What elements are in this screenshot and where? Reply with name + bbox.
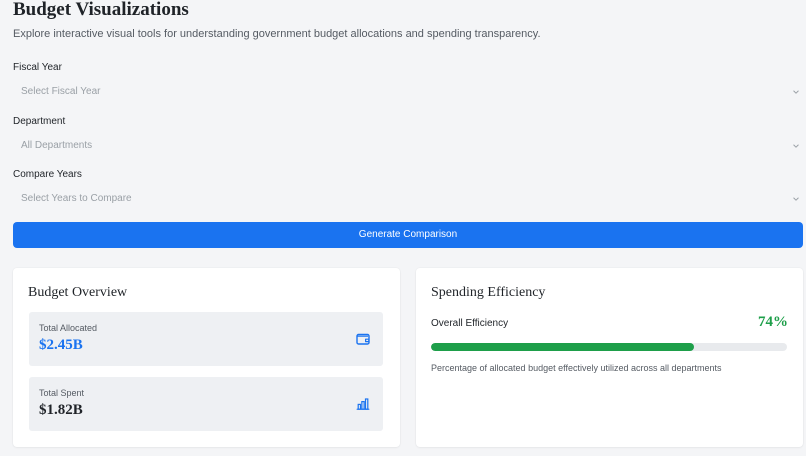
- spending-efficiency-card: Spending Efficiency Overall Efficiency 7…: [416, 268, 803, 447]
- compare-years-label: Compare Years: [13, 169, 82, 180]
- total-spent-label: Total Spent: [39, 388, 85, 398]
- compare-years-select[interactable]: Select Years to Compare: [13, 188, 803, 210]
- bar-chart-icon: [355, 396, 371, 412]
- efficiency-description: Percentage of allocated budget effective…: [431, 363, 722, 373]
- compare-years-placeholder: Select Years to Compare: [21, 193, 132, 204]
- total-spent-value: $1.82B: [39, 402, 83, 418]
- efficiency-progress-fill: [431, 343, 695, 351]
- chevron-down-icon: [793, 196, 799, 202]
- department-label: Department: [13, 116, 66, 127]
- generate-comparison-button[interactable]: Generate Comparison: [13, 222, 803, 248]
- page-subtitle: Explore interactive visual tools for und…: [13, 28, 541, 40]
- budget-visualizations-page: Budget Visualizations Explore interactiv…: [0, 0, 806, 456]
- total-spent-metric: Total Spent $1.82B: [29, 377, 383, 431]
- department-selected-value: All Departments: [21, 140, 93, 151]
- total-allocated-label: Total Allocated: [39, 323, 98, 333]
- total-allocated-metric: Total Allocated $2.45B: [29, 312, 383, 366]
- efficiency-progress-track: [431, 343, 787, 351]
- budget-overview-title: Budget Overview: [28, 285, 128, 300]
- wallet-icon: [355, 331, 371, 347]
- chevron-down-icon: [793, 143, 799, 149]
- chevron-down-icon: [793, 89, 799, 95]
- fiscal-year-label: Fiscal Year: [13, 62, 62, 73]
- total-allocated-value: $2.45B: [39, 337, 83, 353]
- spending-efficiency-title: Spending Efficiency: [431, 285, 546, 300]
- overall-efficiency-value: 74%: [758, 314, 788, 330]
- fiscal-year-placeholder: Select Fiscal Year: [21, 86, 101, 97]
- overall-efficiency-label: Overall Efficiency: [431, 318, 509, 329]
- page-title: Budget Visualizations: [13, 0, 189, 20]
- budget-overview-card: Budget Overview Total Allocated $2.45B T…: [13, 268, 400, 447]
- department-select[interactable]: All Departments: [13, 135, 803, 157]
- fiscal-year-select[interactable]: Select Fiscal Year: [13, 81, 803, 103]
